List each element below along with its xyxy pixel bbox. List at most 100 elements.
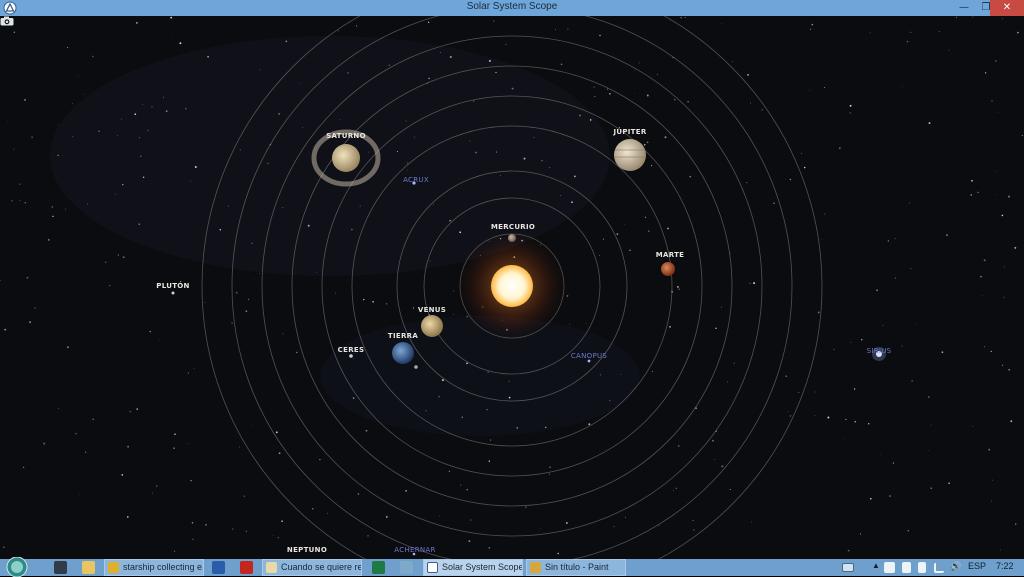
- background-star: [991, 100, 993, 102]
- label-pluton[interactable]: PLUTÓN: [156, 282, 189, 290]
- label-neptuno[interactable]: NEPTUNO: [287, 546, 327, 554]
- background-star: [972, 426, 974, 427]
- background-star: [677, 445, 680, 447]
- background-star: [278, 452, 281, 455]
- background-star: [158, 340, 160, 342]
- file-explorer-icon[interactable]: [82, 561, 95, 574]
- background-star: [117, 254, 120, 256]
- background-star: [173, 550, 176, 552]
- background-star: [955, 16, 958, 18]
- label-venus[interactable]: VENUS: [418, 306, 446, 314]
- background-star: [238, 446, 240, 448]
- label-ceres[interactable]: CERES: [338, 346, 365, 354]
- background-star: [71, 103, 73, 105]
- background-star: [930, 487, 932, 489]
- background-star: [259, 273, 260, 274]
- background-star: [761, 109, 763, 111]
- background-star: [1004, 266, 1006, 268]
- background-star: [1021, 134, 1023, 137]
- background-star: [620, 374, 622, 375]
- background-star: [247, 298, 250, 301]
- taskbar-button-document[interactable]: Cuando se quiere re...: [262, 559, 362, 576]
- background-star: [235, 291, 238, 294]
- label-jupiter[interactable]: JÚPITER: [613, 128, 646, 136]
- clock[interactable]: 7:22: [996, 561, 1014, 571]
- background-star: [910, 268, 912, 270]
- taskbar-button-solar-system-scope[interactable]: Solar System Scope: [423, 559, 523, 576]
- background-star: [843, 437, 844, 439]
- moon[interactable]: [414, 365, 418, 369]
- background-star: [995, 170, 997, 172]
- planet-ceres[interactable]: [349, 354, 353, 358]
- planet-pluton[interactable]: [171, 291, 175, 295]
- background-star: [136, 22, 138, 24]
- background-star: [449, 220, 451, 222]
- background-star: [801, 153, 802, 154]
- background-star: [179, 42, 182, 45]
- background-star: [466, 488, 468, 491]
- close-icon[interactable]: ✕: [990, 0, 1024, 16]
- keyboard-icon[interactable]: [842, 563, 854, 572]
- background-star: [172, 35, 174, 37]
- background-star: [385, 303, 388, 305]
- background-star: [651, 371, 653, 373]
- background-star: [142, 176, 145, 179]
- background-star: [750, 102, 751, 104]
- background-star: [814, 415, 816, 416]
- background-star: [574, 175, 576, 178]
- minimize-icon[interactable]: —: [952, 0, 976, 16]
- excel-icon[interactable]: [372, 561, 385, 574]
- planet-mercurio[interactable]: [508, 234, 516, 242]
- background-star: [495, 71, 497, 74]
- store-icon[interactable]: [54, 561, 67, 574]
- label-saturno[interactable]: SATURNO: [326, 132, 366, 140]
- app-icon[interactable]: [400, 561, 413, 574]
- show-hidden-icons-icon[interactable]: ▲: [872, 561, 880, 570]
- solar-system-view[interactable]: SATURNO JÚPITER MERCURIO MARTE VENUS TIE…: [0, 16, 1024, 559]
- planet-jupiter[interactable]: [614, 139, 646, 171]
- action-center-flag-icon[interactable]: [902, 562, 911, 573]
- background-star: [115, 193, 116, 195]
- background-star: [747, 74, 749, 76]
- background-star: [995, 194, 996, 195]
- network-signal-icon[interactable]: [934, 563, 944, 573]
- planet-saturno[interactable]: [332, 144, 360, 172]
- background-star: [676, 285, 679, 288]
- background-star: [753, 282, 756, 285]
- language-indicator[interactable]: ESP: [968, 561, 986, 571]
- taskbar-button-paint[interactable]: Sin título - Paint: [526, 559, 626, 576]
- sun[interactable]: [491, 265, 533, 307]
- background-star: [669, 19, 671, 21]
- battery-icon[interactable]: [918, 562, 926, 573]
- planet-venus[interactable]: [421, 315, 443, 337]
- acrobat-icon[interactable]: [240, 561, 253, 574]
- background-star: [634, 69, 635, 71]
- label-marte[interactable]: MARTE: [656, 251, 685, 259]
- label-mercurio[interactable]: MERCURIO: [491, 223, 535, 231]
- word-icon[interactable]: [212, 561, 225, 574]
- windows-start-icon[interactable]: [5, 557, 29, 577]
- background-star: [892, 462, 894, 464]
- speaker-icon[interactable]: 🔊: [950, 561, 961, 572]
- background-star: [609, 93, 611, 95]
- background-star: [613, 526, 615, 528]
- background-star: [122, 256, 125, 259]
- background-star: [363, 298, 365, 301]
- background-star: [824, 213, 826, 215]
- windows-flag-icon[interactable]: [884, 562, 895, 573]
- background-star: [412, 307, 414, 309]
- label-tierra[interactable]: TIERRA: [388, 332, 418, 340]
- background-star: [930, 424, 932, 426]
- background-star: [650, 164, 653, 167]
- background-star: [13, 148, 15, 150]
- taskbar-button-chrome[interactable]: starship collecting e...: [104, 559, 204, 576]
- background-star: [58, 124, 60, 126]
- background-star: [98, 130, 100, 133]
- background-star: [231, 322, 233, 324]
- planet-tierra[interactable]: [392, 342, 414, 364]
- background-star: [488, 59, 491, 62]
- background-star: [749, 282, 751, 284]
- background-star: [859, 533, 862, 535]
- camera-icon[interactable]: [0, 16, 14, 26]
- planet-marte[interactable]: [661, 262, 675, 276]
